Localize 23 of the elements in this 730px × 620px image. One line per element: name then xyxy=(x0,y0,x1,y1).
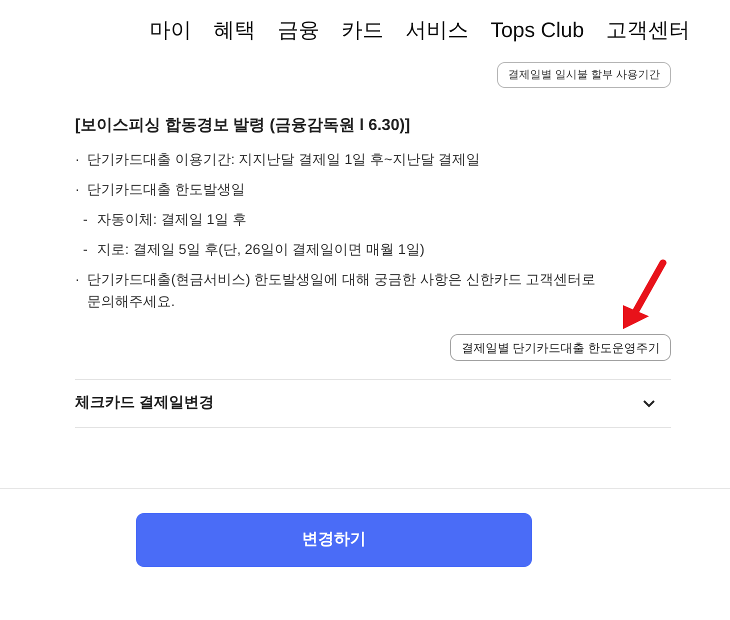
nav-link[interactable]: 카드 xyxy=(342,15,384,47)
notice-text: 자동이체: 결제일 1일 후 xyxy=(97,210,248,229)
bullet-marker: · xyxy=(75,270,79,289)
nav-link[interactable]: 고객센터 xyxy=(606,15,690,47)
notice-title: [보이스피싱 합동경보 발령 (금융감독원 l 6.30)] xyxy=(75,116,412,136)
dash-marker: - xyxy=(83,210,87,229)
dash-marker: - xyxy=(83,240,87,259)
usage-period-button[interactable]: 결제일별 일시불 할부 사용기간 xyxy=(496,62,671,88)
notice-text: 단기카드대출 한도발생일 xyxy=(87,180,246,199)
nav-link[interactable]: 금융 xyxy=(278,15,320,47)
notice-text: 단기카드대출(현금서비스) 한도발생일에 대해 궁금한 사항은 신한카드 고객센터로 문의해주세요. xyxy=(87,270,597,311)
nav-link[interactable]: Tops Club xyxy=(490,15,584,47)
nav-link[interactable]: 서비스 xyxy=(406,15,469,47)
submit-button[interactable]: 변경하기 xyxy=(136,513,532,567)
notice-text: 단기카드대출 이용기간: 지지난달 결제일 1일 후~지난달 결제일 xyxy=(87,150,482,169)
nav-link[interactable]: 혜택 xyxy=(214,15,256,47)
bullet-marker: · xyxy=(75,180,79,199)
nav-link[interactable]: 마이 xyxy=(150,15,192,47)
limit-cycle-button[interactable]: 결제일별 단기카드대출 한도운영주기 xyxy=(450,334,671,361)
accordion-header[interactable]: 체크카드 결제일변경 xyxy=(75,380,671,427)
notice-text: 지로: 결제일 5일 후(단, 26일이 결제일이면 매월 1일) xyxy=(97,240,426,259)
bullet-marker: · xyxy=(75,150,79,169)
arrow-drawing xyxy=(621,259,669,331)
